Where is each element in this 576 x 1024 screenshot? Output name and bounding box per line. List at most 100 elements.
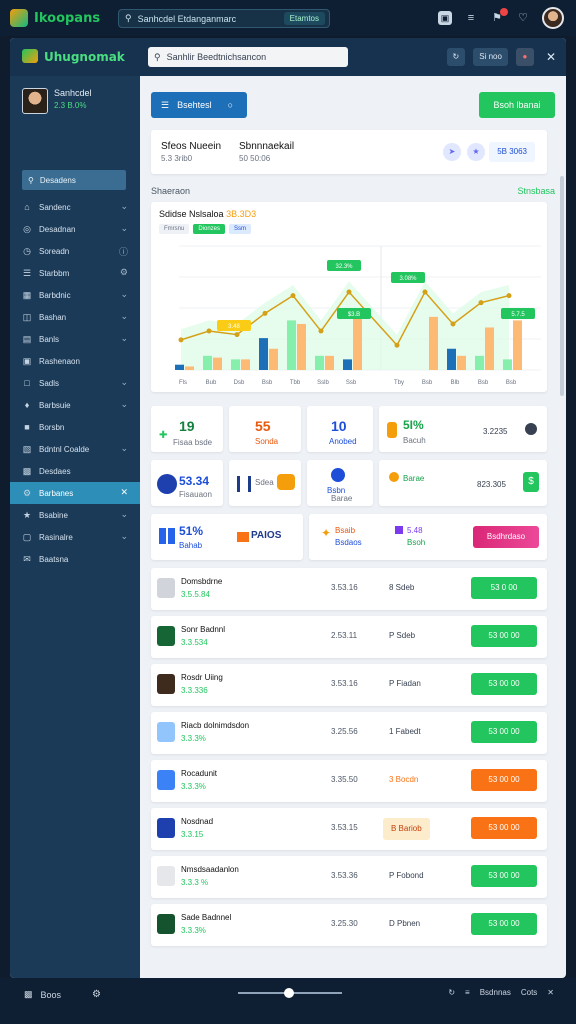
trend-point (422, 289, 428, 295)
stat-card[interactable]: 51% Bahab PAIOS (151, 514, 303, 560)
volume-slider[interactable] (238, 988, 342, 998)
sidebar-item-6[interactable]: ◫ Bashan ⌄ (10, 306, 140, 328)
bottom-right-label-1[interactable]: Bsdnnas (480, 988, 511, 997)
trend-point (450, 321, 456, 327)
scrollbar[interactable] (560, 176, 564, 396)
sidebar-item-10[interactable]: ♦ Barbsuie ⌄ (10, 394, 140, 416)
star-icon[interactable]: ★ (467, 143, 485, 161)
promo-button[interactable]: Bsdhrdaso (473, 526, 539, 548)
top-search-input[interactable]: ⚲ Sanhcdel Etdanganmarc Etamtos (118, 9, 330, 28)
calendar-icon: ▧ (22, 443, 32, 454)
sidebar-item-11[interactable]: ■ Borsbn (10, 416, 140, 438)
stat-card[interactable]: ✦ Bsaib Bsdaos 5.48 Bsoh Bsdhrdaso (309, 514, 547, 560)
table-row[interactable]: Domsbdrne 3.5.5.84 3.53.16 8 Sdeb 53 0 0… (151, 568, 547, 610)
table-row[interactable]: Riacb dolnimdsdon 3.3.3% 3.25.56 1 Fabed… (151, 712, 547, 754)
row-status: D Pbnen (389, 919, 421, 928)
table-row[interactable]: Rosdr Uiing 3.3.336 3.53.16 P Fiadan 53 … (151, 664, 547, 706)
close-icon: ✕ (120, 487, 128, 497)
close-icon[interactable]: ✕ (547, 988, 554, 997)
close-icon[interactable]: ✕ (546, 48, 556, 66)
legend-item[interactable]: Fmrsnu (159, 224, 190, 234)
row-action-button[interactable]: 53 00 00 (471, 625, 537, 647)
sync-icon[interactable]: ↻ (448, 988, 455, 997)
sidebar-item-17[interactable]: ✉ Baatsna (10, 548, 140, 570)
stat-card[interactable]: Sdea (229, 460, 301, 506)
filter-label: Bsehtesl (177, 100, 212, 110)
row-value: 3.53.36 (331, 871, 358, 880)
section-link[interactable]: Stnsbasa (517, 186, 555, 196)
swoosh-icon (157, 474, 177, 494)
stat-value: 10 (331, 418, 347, 434)
sidebar-item-13[interactable]: ▩ Desdaes (10, 460, 140, 482)
user-avatar[interactable] (542, 7, 564, 29)
sidebar-item-5[interactable]: ▦ Barbdnic ⌄ (10, 284, 140, 306)
primary-action-button[interactable]: Bsoh lbanai (479, 92, 555, 118)
table-row[interactable]: Sade Badnnel 3.3.3% 3.25.30 D Pbnen 53 0… (151, 904, 547, 946)
table-row[interactable]: Sonr Badnnl 3.3.534 2.53.11 P Sdeb 53 00… (151, 616, 547, 658)
row-sub: 3.3.3% (181, 734, 206, 743)
stat-card[interactable]: 53.34 Fisauaon (151, 460, 223, 506)
table-row[interactable]: Nosdnad 3.3.15 3.53.15 B Bariob 53 00 00 (151, 808, 547, 850)
legend-item[interactable]: Ssm (229, 224, 252, 234)
heart-icon[interactable]: ♡ (516, 11, 530, 25)
row-value: 3.53.16 (331, 583, 358, 592)
dollar-button[interactable]: $ (523, 472, 539, 492)
row-action-button[interactable]: 53 00 00 (471, 913, 537, 935)
row-name: Rosdr Uiing (181, 673, 223, 682)
row-action-button[interactable]: 53 00 00 (471, 817, 537, 839)
row-sub: 3.5.5.84 (181, 590, 210, 599)
sidebar-item-12[interactable]: ▧ Bdntnl Coalde ⌄ (10, 438, 140, 460)
sidebar-item-8[interactable]: ▣ Rashenaon (10, 350, 140, 372)
stat-card[interactable]: ✚ 19 Fisaa bsde (151, 406, 223, 452)
share-icon[interactable]: ➤ (443, 143, 461, 161)
window-search-input[interactable]: ⚲ Sanhlir Beedtnichsancon (148, 47, 348, 67)
row-action-button[interactable]: 53 00 00 (471, 769, 537, 791)
slider-knob[interactable] (284, 988, 294, 998)
tabs-icon[interactable]: ≡ (464, 11, 478, 25)
settings-icon[interactable]: ⚙ (92, 989, 101, 1000)
bar-series-2 (485, 327, 494, 370)
record-icon[interactable]: ● (515, 48, 534, 66)
table-row[interactable]: Nmsdsaadanlon 3.3.3 % 3.53.36 P Fobond 5… (151, 856, 547, 898)
refresh-icon[interactable]: ↻ (446, 48, 466, 66)
sidebar-item-1[interactable]: ⌂ Sandenc ⌄ (10, 196, 140, 218)
window-icon[interactable]: ▣ (438, 11, 452, 25)
sidebar-item-2[interactable]: ◎ Desadnan ⌄ (10, 218, 140, 240)
sidebar-search[interactable]: ⚲ Desadens (22, 170, 126, 190)
user-icon: ■ (24, 422, 30, 432)
sidebar-item-3[interactable]: ◷ Soreadn ⓘ (10, 240, 140, 262)
sidebar-item-14[interactable]: ⚙ Barbanes ✕ (10, 482, 140, 504)
row-action-button[interactable]: 53 00 00 (471, 673, 537, 695)
filter-button[interactable]: ☰ Bsehtesl ○ (151, 92, 247, 118)
x-tick-label: Bub (206, 380, 217, 386)
toggle-dot-icon[interactable] (525, 423, 537, 435)
list-icon: ☰ (161, 99, 170, 110)
annotation-label: 3.08% (399, 276, 417, 282)
tabs-icon[interactable]: ≡ (465, 988, 470, 997)
legend-item[interactable]: Dionzes (193, 224, 226, 234)
stat-card[interactable]: 5I% Bacuh 3.2235 (379, 406, 547, 452)
sidebar-item-7[interactable]: ▤ Banls ⌄ (10, 328, 140, 350)
sidebar-item-9[interactable]: □ Sadls ⌄ (10, 372, 140, 394)
row-action-button[interactable]: 53 0 00 (471, 577, 537, 599)
row-value: 2.53.11 (331, 631, 358, 640)
top-search-chip[interactable]: Etamtos (283, 12, 325, 25)
window-action-button[interactable]: Si noo (473, 48, 508, 66)
notifications-icon[interactable]: ⚑ (490, 8, 508, 25)
row-name: Nosdnad (181, 817, 214, 826)
sidebar-item-4[interactable]: ☰ Starbbm ⚙ (10, 262, 140, 284)
sidebar-item-15[interactable]: ★ Bsabine ⌄ (10, 504, 140, 526)
sidebar-item-16[interactable]: ▢ Rasinalre ⌄ (10, 526, 140, 548)
table-row[interactable]: Rocadunit 3.3.3% 3.35.50 3 Bocdn 53 00 0… (151, 760, 547, 802)
stat-card[interactable]: Bsbn Barae (307, 460, 373, 506)
row-action-button[interactable]: 53 00 00 (471, 865, 537, 887)
sidebar-profile[interactable]: Sanhcdel 2.3 B.0% (22, 88, 92, 114)
row-action-button[interactable]: 53 00 00 (471, 721, 537, 743)
bottom-right-label-2[interactable]: Cots (521, 988, 537, 997)
bottom-left[interactable]: ▩ Boos (24, 989, 61, 1000)
stat-card[interactable]: 10 Anobed (307, 406, 373, 452)
stat-card[interactable]: Barae 823.305 $ (379, 460, 547, 506)
stat-card[interactable]: 55 Sonda (229, 406, 301, 452)
summary-badge[interactable]: 5B 3063 (489, 142, 535, 162)
stat-value: 55 (255, 418, 271, 434)
